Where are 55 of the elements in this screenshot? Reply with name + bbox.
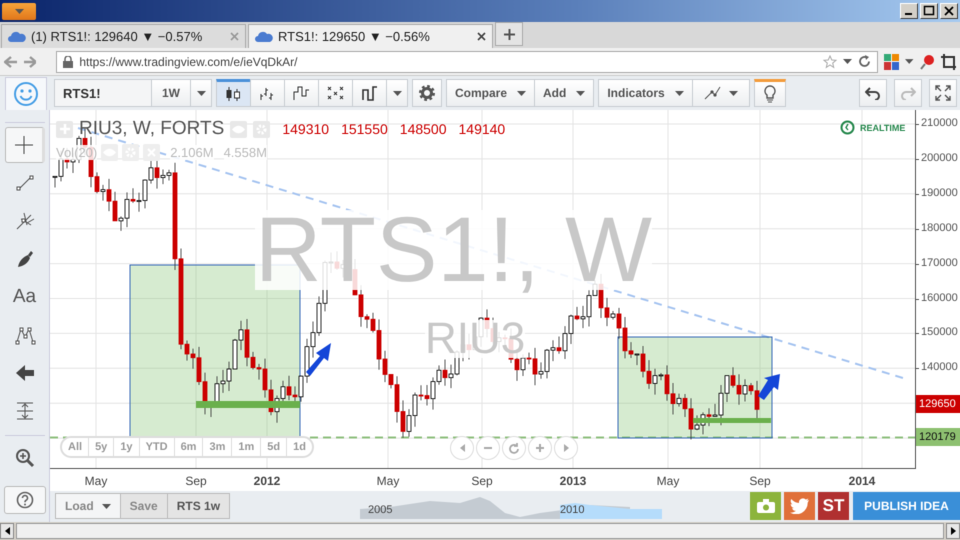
indicator-title: Vol(20) [56, 145, 98, 160]
range-button[interactable]: 3m [202, 438, 232, 456]
price-label: 150000 [921, 326, 958, 338]
load-button[interactable]: Load [55, 493, 121, 520]
year-label: 2005 [368, 504, 393, 516]
tab-title: (1) RTS1!: 129640 ▼ −0.57% [31, 29, 204, 44]
range-button[interactable]: 1m [231, 438, 260, 456]
save-button[interactable]: Save [120, 493, 168, 520]
month-label: Sep [184, 474, 208, 488]
address-field[interactable]: https://www.tradingview.com/e/ieVqDkAr/ [56, 50, 878, 72]
range-button[interactable]: 6m [174, 438, 202, 456]
range-button[interactable]: 1d [286, 438, 312, 456]
line-price-label: 120179 [916, 428, 960, 446]
price-label: 160000 [921, 292, 958, 304]
text-tool[interactable]: Aa [4, 279, 44, 315]
realtime-label: REALTIME [860, 122, 906, 132]
range-button[interactable]: All [62, 438, 88, 456]
month-label: Sep [748, 474, 772, 488]
indicator-value: 2.106M [170, 145, 214, 160]
publish-button[interactable]: PUBLISH IDEA [853, 492, 960, 520]
year-label: 2012 [252, 474, 282, 488]
ohlc-value: 149140 [458, 121, 506, 137]
price-label: 210000 [921, 117, 958, 129]
layout-name[interactable]: RTS 1w [166, 493, 230, 520]
price-label: 200000 [921, 152, 958, 164]
price-label: 180000 [921, 222, 958, 234]
price-label: 140000 [921, 361, 958, 374]
price-label: 190000 [921, 186, 958, 199]
month-label: May [656, 474, 680, 488]
ohlc-value: 149310 [282, 121, 330, 137]
menu-button[interactable]: Indicators [598, 79, 693, 107]
browser-tab[interactable]: RTS1!: 129650 ▼ −0.56% [248, 24, 493, 48]
ohlc-value: 151550 [341, 121, 388, 137]
range-button[interactable]: 5d [260, 438, 286, 456]
year-label: 2014 [848, 474, 876, 488]
last-price-label: 129650 [916, 395, 960, 414]
series-title: RIU3, W, FORTS [79, 118, 224, 140]
indicator-value: 4.558M [224, 145, 267, 160]
interval-button[interactable]: 1W [151, 79, 191, 107]
month-label: May [376, 474, 400, 488]
range-button[interactable]: 5y [88, 438, 114, 456]
tab-title: RTS1!: 129650 ▼ −0.56% [278, 29, 431, 44]
range-button[interactable]: 1y [113, 438, 139, 456]
browser-tab[interactable]: (1) RTS1!: 129640 ▼ −0.57% [1, 24, 246, 48]
year-label: 2010 [560, 504, 585, 516]
stocktwits-button[interactable]: ST [818, 492, 849, 520]
menu-button[interactable]: Compare [446, 79, 536, 107]
price-label: 170000 [921, 256, 958, 269]
month-label: May [84, 474, 108, 488]
month-label: Sep [470, 474, 494, 488]
symbol-field[interactable]: RTS1! [54, 79, 152, 107]
ohlc-value: 148500 [400, 121, 446, 137]
range-button[interactable]: YTD [138, 438, 174, 456]
menu-button[interactable]: Add [534, 79, 594, 107]
year-label: 2013 [558, 474, 588, 488]
